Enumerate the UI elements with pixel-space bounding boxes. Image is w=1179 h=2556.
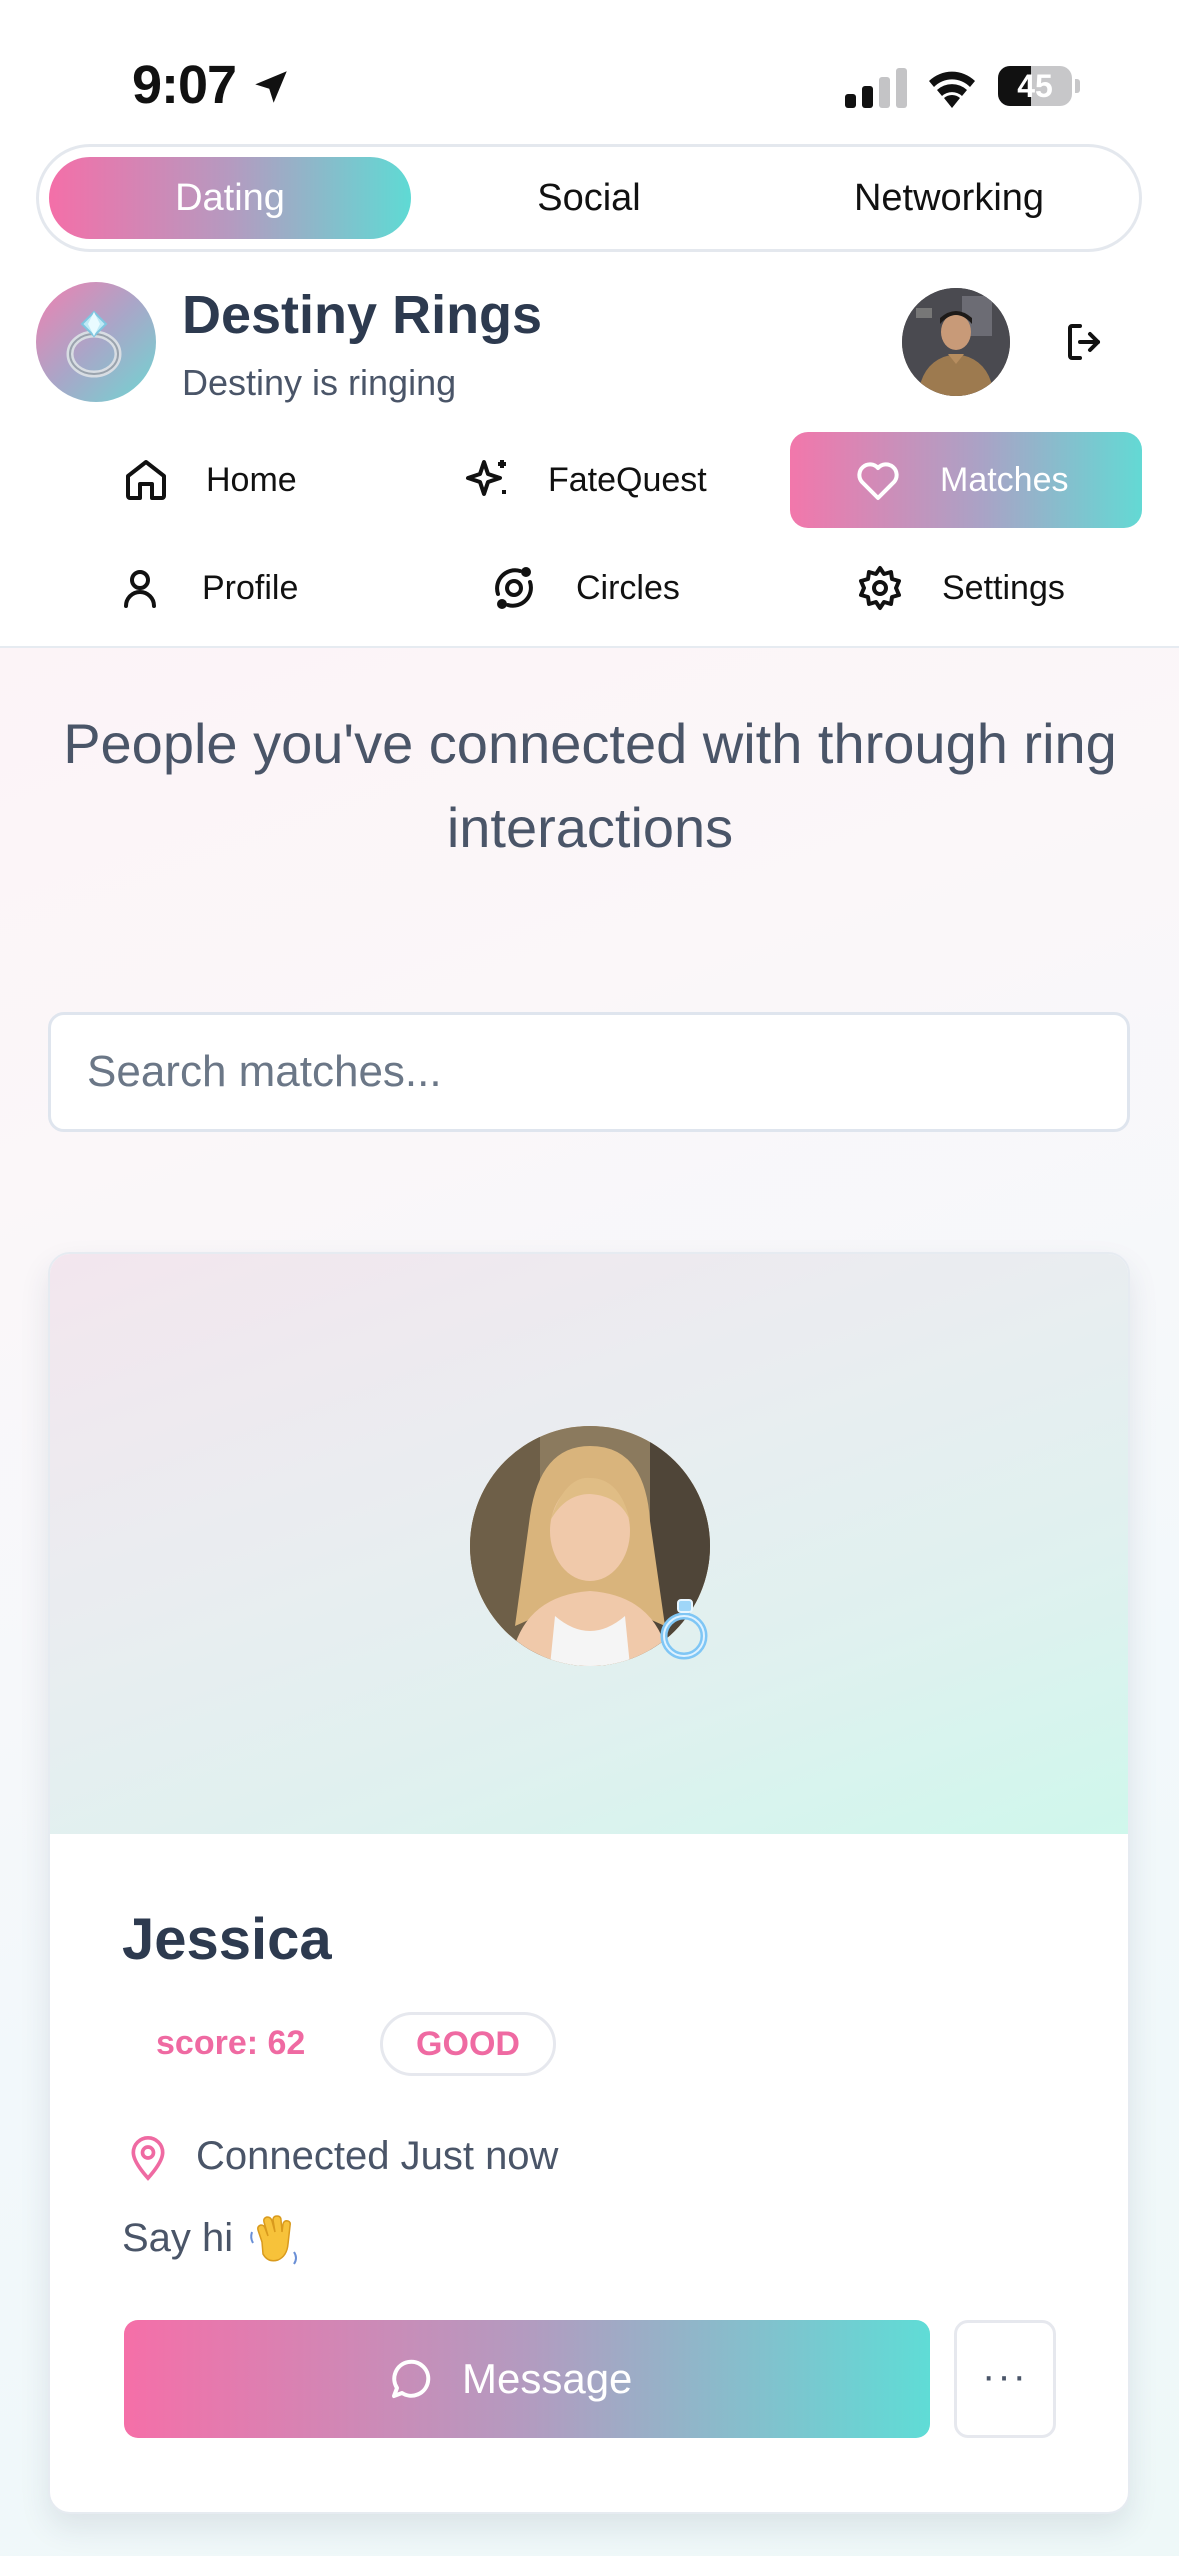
match-quality-badge: GOOD: [380, 2012, 556, 2076]
search-input[interactable]: [87, 1015, 1087, 1129]
match-name: Jessica: [122, 1907, 332, 1972]
heart-icon: [857, 462, 899, 500]
chat-bubble-icon: [392, 2359, 431, 2398]
home-icon: [126, 460, 166, 500]
nav-fatequest[interactable]: FateQuest: [448, 432, 748, 528]
location-pin-icon: [131, 2136, 165, 2181]
nav-settings-label: Settings: [942, 569, 1065, 607]
nav-circles-label: Circles: [576, 569, 680, 607]
location-arrow-icon: [255, 71, 287, 103]
nav-matches[interactable]: Matches: [790, 432, 1142, 528]
battery-percent: 45: [1017, 68, 1053, 104]
logout-icon[interactable]: [1062, 318, 1110, 366]
connected-time: Connected Just now: [196, 2134, 559, 2178]
brand-logo: [36, 282, 156, 402]
battery-indicator: 45: [998, 66, 1080, 106]
message-button[interactable]: Message: [124, 2320, 930, 2438]
mode-tab-networking[interactable]: Networking: [799, 157, 1099, 239]
user-avatar[interactable]: [902, 288, 1010, 396]
nav-profile[interactable]: Profile: [100, 540, 380, 636]
wifi-icon: [929, 71, 975, 108]
nav-home[interactable]: Home: [100, 432, 380, 528]
mode-switcher: Dating Social Networking: [36, 144, 1142, 252]
mode-tab-dating[interactable]: Dating: [49, 157, 411, 239]
nav-fatequest-label: FateQuest: [548, 461, 707, 499]
app-tagline: Destiny is ringing: [182, 362, 457, 403]
ring-icon: [66, 310, 122, 378]
nav-profile-label: Profile: [202, 569, 299, 607]
sparkles-icon: [466, 460, 506, 496]
search-box: [48, 1012, 1130, 1132]
nav-matches-label: Matches: [940, 461, 1069, 499]
more-dots-icon: ···: [982, 2354, 1028, 2398]
app-title: Destiny Rings: [182, 285, 543, 345]
gear-icon: [859, 566, 901, 610]
match-card[interactable]: Jessica score: 62 GOOD Connected Just no…: [48, 1252, 1130, 2514]
user-icon: [124, 570, 156, 608]
nav-home-label: Home: [206, 461, 297, 499]
more-options-button[interactable]: ···: [954, 2320, 1056, 2438]
match-score: score: 62: [156, 2024, 306, 2062]
match-card-hero: [50, 1254, 1128, 1834]
mode-tab-social[interactable]: Social: [439, 157, 739, 239]
nav-circles[interactable]: Circles: [470, 540, 750, 636]
status-time: 9:07: [132, 55, 237, 115]
nav-settings[interactable]: Settings: [836, 540, 1116, 636]
waving-hand-icon: [250, 2215, 297, 2265]
message-button-label: Message: [462, 2355, 633, 2402]
page-subtitle: People you've connected with through rin…: [63, 712, 1117, 859]
ring-badge-icon: [660, 1599, 708, 1660]
greeting-text: Say hi: [122, 2216, 234, 2260]
circles-icon: [495, 567, 533, 609]
cellular-signal-icon: [845, 68, 907, 108]
avatar-photo: [902, 288, 1010, 396]
status-bar: 9:07 45: [0, 0, 1179, 140]
